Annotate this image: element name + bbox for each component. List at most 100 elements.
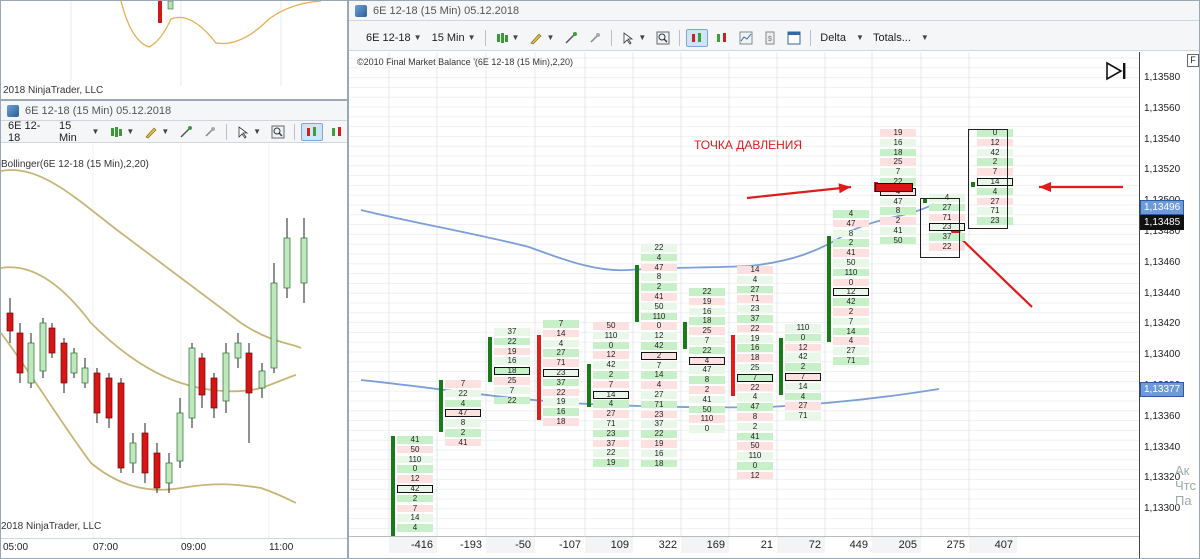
- magnifier-icon: [656, 31, 670, 44]
- footprint-cell: 0: [737, 462, 773, 470]
- delta-value: 275: [921, 537, 969, 553]
- footprint-cell: 110: [737, 452, 773, 460]
- price-label: 1,13340: [1144, 441, 1181, 453]
- footprint-cell: 47: [641, 263, 677, 272]
- footprint-cell: 22: [737, 324, 773, 333]
- time-label: 09:00: [181, 542, 207, 553]
- footprint-cell: 2: [689, 386, 725, 394]
- footprint-cell: 71: [593, 420, 629, 428]
- footprint-cell: 7: [833, 317, 869, 326]
- candles-icon-2: [332, 126, 341, 136]
- footprint-cell: 37: [543, 378, 579, 387]
- bar-type-button[interactable]: ▼: [106, 123, 137, 141]
- add-indicator-button[interactable]: [176, 123, 196, 141]
- footprint-cell: 16: [494, 357, 530, 365]
- footprint-cell: 41: [880, 227, 916, 235]
- footprint-cell: 22: [494, 396, 530, 405]
- price-tag-current: 1,13485: [1140, 215, 1185, 230]
- play-end-icon[interactable]: [1105, 61, 1127, 81]
- add-indicator-button[interactable]: [561, 29, 581, 47]
- left-candle-chart: [1, 143, 308, 538]
- footprint-cell: 22: [445, 389, 481, 398]
- pencil-icon: [530, 33, 542, 44]
- footprint-cell: 19: [494, 347, 530, 356]
- column-outline: [968, 129, 1008, 229]
- footprint-cell: 7: [641, 361, 677, 370]
- footprint-cell: 25: [494, 377, 530, 385]
- draw-tool-button[interactable]: ▼: [141, 123, 172, 141]
- footprint-cell: 22: [641, 430, 677, 438]
- price-label: 1,13460: [1144, 256, 1181, 268]
- footprint-cell: 16: [543, 408, 579, 416]
- left-chart-window[interactable]: 6E 12-18 (15 Min) 05.12.2018 6E 12-18 15…: [0, 100, 348, 559]
- time-label: 07:00: [93, 542, 119, 553]
- left-toolbar: 6E 12-18 15 Min ▼ ▼ ▼ ▼: [1, 120, 347, 144]
- footprint-cell: 19: [593, 459, 629, 467]
- footprint-cell: 4: [543, 339, 579, 348]
- main-titlebar[interactable]: 6E 12-18 (15 Min) 05.12.2018: [349, 1, 1199, 21]
- line-chart-button[interactable]: [736, 29, 756, 47]
- cursor-button[interactable]: ▼: [233, 123, 264, 141]
- zoom-button[interactable]: [653, 29, 673, 47]
- period-selector[interactable]: 15 Min ▼: [56, 120, 102, 144]
- data-box-button[interactable]: [327, 123, 347, 141]
- footprint-cell: 71: [737, 295, 773, 303]
- totals-selector[interactable]: ▼ Totals...: [853, 29, 914, 47]
- footprint-cell: 22: [641, 244, 677, 252]
- footprint-cell: 22: [593, 449, 629, 457]
- left-copyright: 2018 NinjaTrader, LLC: [1, 521, 102, 532]
- footprint-cell: 47: [880, 197, 916, 206]
- right-edge-text: Ак Чтс Па: [1175, 463, 1196, 508]
- line-chart-icon: [739, 31, 753, 44]
- chart-style-button[interactable]: [301, 122, 323, 141]
- top-left-chart-window: 2018 NinjaTrader, LLC: [0, 0, 348, 100]
- footprint-cell: 7: [880, 168, 916, 176]
- footprint-cell: 47: [689, 366, 725, 374]
- footprint-cell: 22: [689, 288, 725, 296]
- footprint-cell: 110: [397, 455, 433, 464]
- delta-row: -416 -193 -50 -107 109 322 169 21 72 449 205 275 407: [349, 536, 1139, 558]
- instrument-selector[interactable]: 6E 12-18: [5, 120, 52, 144]
- delta-selector[interactable]: Delta: [817, 29, 849, 47]
- footprint-cell: 25: [737, 364, 773, 372]
- footprint-cell: 23: [737, 305, 773, 313]
- footprint-cell: 4: [641, 381, 677, 389]
- chart-style-button[interactable]: [686, 28, 709, 47]
- f-button[interactable]: F: [1187, 54, 1199, 67]
- footprint-cell: 71: [833, 357, 869, 365]
- footprint-cell: 18: [737, 354, 773, 362]
- candles-icon: [692, 32, 702, 42]
- footprint-cell: 7: [397, 504, 433, 513]
- wand-icon: [180, 125, 193, 138]
- footprint-cell: 12: [785, 343, 821, 352]
- footprint-cell: 4: [737, 275, 773, 284]
- zoom-button[interactable]: [268, 123, 288, 141]
- left-titlebar[interactable]: 6E 12-18 (15 Min) 05.12.2018: [1, 101, 347, 121]
- candles-icon-2: [717, 32, 727, 42]
- footprint-cell: 18: [543, 418, 579, 426]
- footprint-cell: 8: [833, 229, 869, 238]
- period-selector[interactable]: 15 Min ▼: [429, 29, 479, 47]
- bar-type-button[interactable]: ▼: [492, 29, 523, 47]
- footprint-cell: 8: [445, 419, 481, 427]
- left-price-plot[interactable]: Bollinger(6E 12-18 (15 Min),2,20) 2018 N…: [1, 143, 347, 538]
- more-dropdown[interactable]: ▼: [918, 29, 932, 47]
- footprint-cell: 25: [880, 158, 916, 166]
- cursor-button[interactable]: ▼: [618, 29, 649, 47]
- footprint-cell: 42: [785, 353, 821, 361]
- main-chart-window[interactable]: 6E 12-18 (15 Min) 05.12.2018 6E 12-18 ▼ 1…: [348, 0, 1200, 559]
- data-box-button[interactable]: [712, 29, 732, 47]
- strategy-button[interactable]: [200, 123, 220, 141]
- footprint-cell: 23: [593, 429, 629, 438]
- chart-window-icon: [355, 4, 367, 17]
- footprint-cell: 27: [785, 402, 821, 410]
- footprint-cell: 42: [833, 298, 869, 306]
- panel-button[interactable]: [784, 29, 804, 47]
- strategy-button[interactable]: [585, 29, 605, 47]
- delta-value: 21: [729, 537, 777, 553]
- instrument-selector[interactable]: 6E 12-18 ▼: [363, 29, 425, 47]
- footprint-cell: 47: [833, 219, 869, 228]
- draw-tool-button[interactable]: ▼: [526, 29, 557, 47]
- main-price-plot[interactable]: 41 50 110 0 12 42 2 7 14 4 7 22 4 47 8 2 41 37 22 19 16 18 25 7…: [349, 52, 1139, 539]
- properties-button[interactable]: $: [760, 29, 780, 47]
